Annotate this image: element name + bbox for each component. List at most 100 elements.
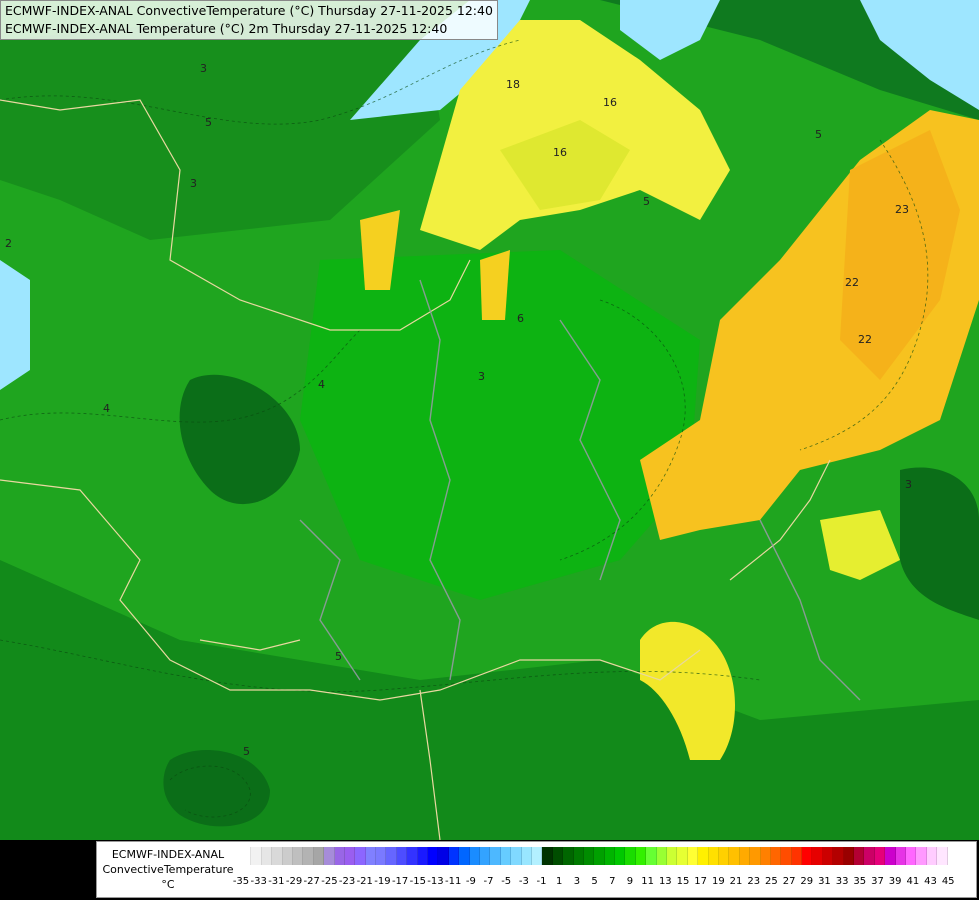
contour-label: 23	[895, 203, 909, 216]
contour-label: 18	[506, 78, 520, 91]
legend-swatch	[770, 847, 782, 865]
legend-swatch	[802, 847, 813, 865]
legend-tick-label: 5	[591, 876, 598, 887]
legend-tick-label: 29	[800, 876, 814, 887]
legend-tick-label: -7	[483, 876, 494, 887]
legend-tick-label: 17	[694, 876, 708, 887]
legend-tick-label: -31	[268, 876, 285, 887]
legend-tick-label: -3	[518, 876, 529, 887]
legend-swatch	[459, 847, 470, 865]
legend-swatch	[563, 847, 574, 865]
legend-swatch	[438, 847, 449, 865]
legend-tick-label: 15	[676, 876, 690, 887]
legend-swatch	[376, 847, 387, 865]
contour-label: 5	[643, 195, 650, 208]
legend-swatch	[355, 847, 366, 865]
legend-tick-label: 41	[906, 876, 920, 887]
legend-swatch	[303, 847, 314, 865]
legend-tick-label: -13	[427, 876, 444, 887]
legend-swatch	[833, 847, 844, 865]
legend-swatch	[625, 847, 636, 865]
legend-tick-label: -1	[536, 876, 547, 887]
legend-swatch	[313, 847, 325, 865]
map-title-box: ECMWF-INDEX-ANAL ConvectiveTemperature (…	[0, 0, 498, 40]
map-page: ECMWF-INDEX-ANAL ConvectiveTemperature (…	[0, 0, 979, 900]
legend-color-scale	[241, 847, 948, 865]
legend-swatch	[500, 847, 512, 865]
warm-patch-small	[480, 250, 510, 320]
temperature-map	[0, 0, 979, 900]
legend-tick-label: -19	[374, 876, 391, 887]
legend-tick-label: 45	[941, 876, 955, 887]
legend-swatch	[511, 847, 522, 865]
legend-tick-label: -5	[501, 876, 512, 887]
legend-tick-label: 11	[641, 876, 654, 887]
legend-swatch	[324, 847, 335, 865]
legend-swatch	[407, 847, 418, 865]
legend-swatch	[334, 847, 345, 865]
legend-tick-label: 3	[573, 876, 581, 887]
contour-label: 5	[815, 128, 822, 141]
legend-tick-label: -21	[356, 876, 373, 887]
legend-swatch	[812, 847, 823, 865]
legend-variable: ConvectiveTemperature	[102, 863, 234, 876]
contour-label: 5	[205, 116, 212, 129]
legend-swatch	[760, 847, 771, 865]
legend-title: ECMWF-INDEX-ANAL ConvectiveTemperature °…	[99, 847, 237, 892]
contour-label: 5	[335, 650, 342, 663]
legend-swatch	[885, 847, 896, 865]
legend-swatch	[843, 847, 855, 865]
legend-model: ECMWF-INDEX-ANAL	[111, 848, 225, 861]
legend-swatch	[708, 847, 719, 865]
contour-label: 3	[200, 62, 207, 75]
contour-label: 22	[858, 333, 872, 346]
legend-swatch	[698, 847, 709, 865]
legend-tick-label: 13	[658, 876, 672, 887]
legend-swatch	[479, 847, 491, 865]
legend-swatch	[916, 847, 927, 865]
contour-label: 2	[5, 237, 12, 250]
legend-tick-label: 27	[782, 876, 796, 887]
contour-label: 4	[103, 402, 110, 415]
contour-label: 3	[478, 370, 485, 383]
legend-swatch	[386, 847, 397, 865]
legend-tick-label: -11	[444, 876, 462, 887]
legend-swatch	[718, 847, 730, 865]
legend-tick-label: -35	[232, 876, 250, 887]
legend-tick-label: 35	[853, 876, 867, 887]
legend-swatch	[739, 847, 751, 865]
legend-swatch	[531, 847, 543, 865]
legend-swatch	[646, 847, 657, 865]
title-2m-temperature: ECMWF-INDEX-ANAL Temperature (°C) 2m Thu…	[5, 21, 448, 36]
legend-swatch	[937, 847, 948, 865]
legend-swatch	[615, 847, 626, 865]
color-legend: ECMWF-INDEX-ANAL ConvectiveTemperature °…	[96, 841, 977, 898]
title-convective-temperature: ECMWF-INDEX-ANAL ConvectiveTemperature (…	[5, 3, 493, 18]
legend-swatch	[687, 847, 699, 865]
legend-tick-label: -29	[285, 876, 303, 887]
legend-tick-label: 19	[711, 876, 725, 887]
legend-swatch	[864, 847, 875, 865]
legend-swatch	[428, 847, 439, 865]
legend-swatch	[344, 847, 356, 865]
legend-swatch	[583, 847, 595, 865]
legend-swatch	[251, 847, 262, 865]
legend-swatch	[490, 847, 501, 865]
contour-label: 22	[845, 276, 859, 289]
legend-swatch	[542, 847, 553, 865]
legend-swatch	[874, 847, 886, 865]
legend-tick-label: -33	[250, 876, 267, 887]
legend-swatch	[854, 847, 865, 865]
legend-swatch	[906, 847, 917, 865]
contour-label: 4	[318, 378, 325, 391]
legend-tick-label: 33	[835, 876, 849, 887]
legend-swatch	[365, 847, 377, 865]
legend-swatch	[552, 847, 564, 865]
legend-tick-label: 7	[609, 876, 616, 887]
legend-tick-label: 1	[556, 876, 563, 887]
legend-swatch	[573, 847, 584, 865]
contour-label: 6	[517, 312, 524, 325]
legend-swatch	[521, 847, 532, 865]
legend-tick-label: -9	[465, 876, 476, 887]
cold-area-west	[0, 260, 30, 390]
